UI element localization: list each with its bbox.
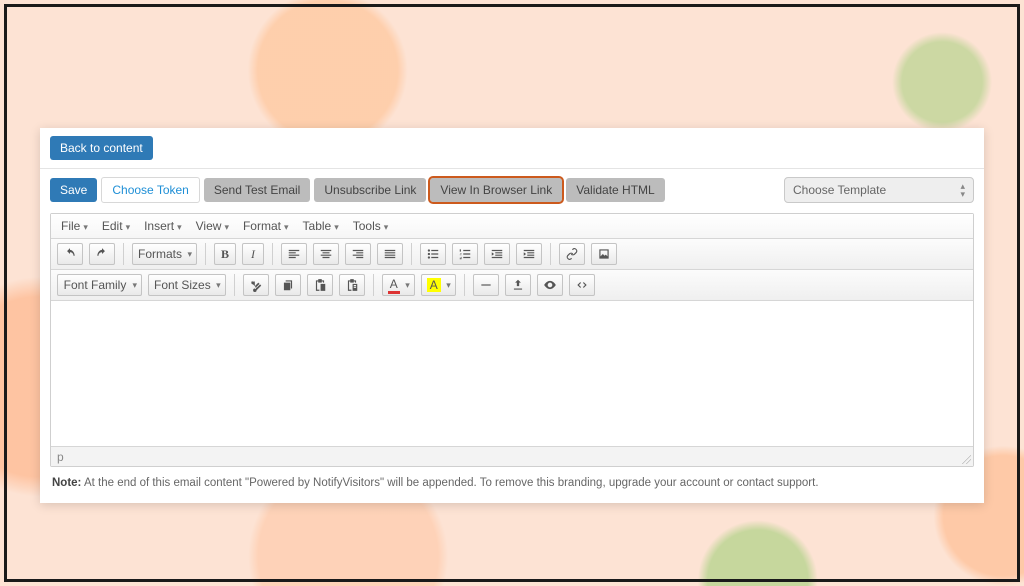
cut-button[interactable]: [243, 274, 269, 296]
template-select-label: Choose Template: [793, 183, 886, 197]
image-button[interactable]: [591, 243, 617, 265]
undo-icon: [63, 247, 77, 261]
back-to-content-button[interactable]: Back to content: [50, 136, 153, 160]
align-left-icon: [287, 247, 301, 261]
preview-button[interactable]: [537, 274, 563, 296]
menu-insert[interactable]: Insert▾: [144, 219, 182, 233]
eye-icon: [543, 278, 557, 292]
bold-button[interactable]: B: [214, 243, 236, 265]
redo-button[interactable]: [89, 243, 115, 265]
save-button[interactable]: Save: [50, 178, 97, 202]
send-test-email-button[interactable]: Send Test Email: [204, 178, 311, 202]
horizontal-rule-button[interactable]: [473, 274, 499, 296]
formats-dropdown[interactable]: Formats: [132, 243, 197, 265]
note-label: Note:: [52, 477, 81, 489]
link-button[interactable]: [559, 243, 585, 265]
rich-text-editor: File▾ Edit▾ Insert▾ View▾ Format▾ Table▾…: [50, 213, 974, 467]
unsubscribe-link-button[interactable]: Unsubscribe Link: [314, 178, 426, 202]
align-left-button[interactable]: [281, 243, 307, 265]
paste-text-button[interactable]: [339, 274, 365, 296]
action-bar: Save Choose Token Send Test Email Unsubs…: [40, 169, 984, 213]
menu-tools[interactable]: Tools▾: [353, 219, 389, 233]
outdent-icon: [490, 247, 504, 261]
indent-icon: [522, 247, 536, 261]
outdent-button[interactable]: [484, 243, 510, 265]
toolbar-row-1: Formats B I: [51, 239, 973, 270]
validate-html-button[interactable]: Validate HTML: [566, 178, 664, 202]
paste-button[interactable]: [307, 274, 333, 296]
italic-button[interactable]: I: [242, 243, 264, 265]
menu-format[interactable]: Format▾: [243, 219, 289, 233]
align-center-icon: [319, 247, 333, 261]
bullet-list-icon: [426, 247, 440, 261]
footer-note: Note: At the end of this email content "…: [40, 467, 984, 489]
element-path: p: [57, 450, 64, 464]
link-icon: [565, 247, 579, 261]
view-in-browser-link-button[interactable]: View In Browser Link: [430, 178, 562, 202]
email-editor-panel: Back to content Save Choose Token Send T…: [40, 128, 984, 503]
font-family-dropdown[interactable]: Font Family: [57, 274, 142, 296]
choose-token-button[interactable]: Choose Token: [101, 177, 200, 203]
resize-grip[interactable]: [961, 454, 971, 464]
number-list-button[interactable]: [452, 243, 478, 265]
paste-text-icon: [345, 278, 359, 292]
code-icon: [575, 278, 589, 292]
upload-icon: [511, 278, 525, 292]
align-justify-button[interactable]: [377, 243, 403, 265]
source-code-button[interactable]: [569, 274, 595, 296]
bullet-list-button[interactable]: [420, 243, 446, 265]
menu-table[interactable]: Table▾: [303, 219, 339, 233]
redo-icon: [95, 247, 109, 261]
number-list-icon: [458, 247, 472, 261]
copy-button[interactable]: [275, 274, 301, 296]
select-arrows-icon: ▴▾: [960, 182, 965, 198]
menu-edit[interactable]: Edit▾: [102, 219, 130, 233]
upload-button[interactable]: [505, 274, 531, 296]
editor-statusbar: p: [51, 446, 973, 466]
text-color-dropdown[interactable]: A: [382, 274, 415, 296]
choose-template-select[interactable]: Choose Template ▴▾: [784, 177, 974, 203]
editor-content-area[interactable]: [51, 301, 973, 446]
hr-icon: [479, 278, 493, 292]
paste-icon: [313, 278, 327, 292]
align-justify-icon: [383, 247, 397, 261]
editor-menubar: File▾ Edit▾ Insert▾ View▾ Format▾ Table▾…: [51, 214, 973, 239]
align-right-icon: [351, 247, 365, 261]
toolbar-row-2: Font Family Font Sizes A A: [51, 270, 973, 301]
cut-icon: [249, 278, 263, 292]
undo-button[interactable]: [57, 243, 83, 265]
copy-icon: [281, 278, 295, 292]
image-icon: [597, 247, 611, 261]
menu-file[interactable]: File▾: [61, 219, 88, 233]
menu-view[interactable]: View▾: [196, 219, 229, 233]
note-text: At the end of this email content "Powere…: [81, 477, 818, 489]
font-sizes-dropdown[interactable]: Font Sizes: [148, 274, 226, 296]
align-center-button[interactable]: [313, 243, 339, 265]
align-right-button[interactable]: [345, 243, 371, 265]
indent-button[interactable]: [516, 243, 542, 265]
panel-header: Back to content: [40, 128, 984, 169]
bg-color-dropdown[interactable]: A: [421, 274, 456, 296]
